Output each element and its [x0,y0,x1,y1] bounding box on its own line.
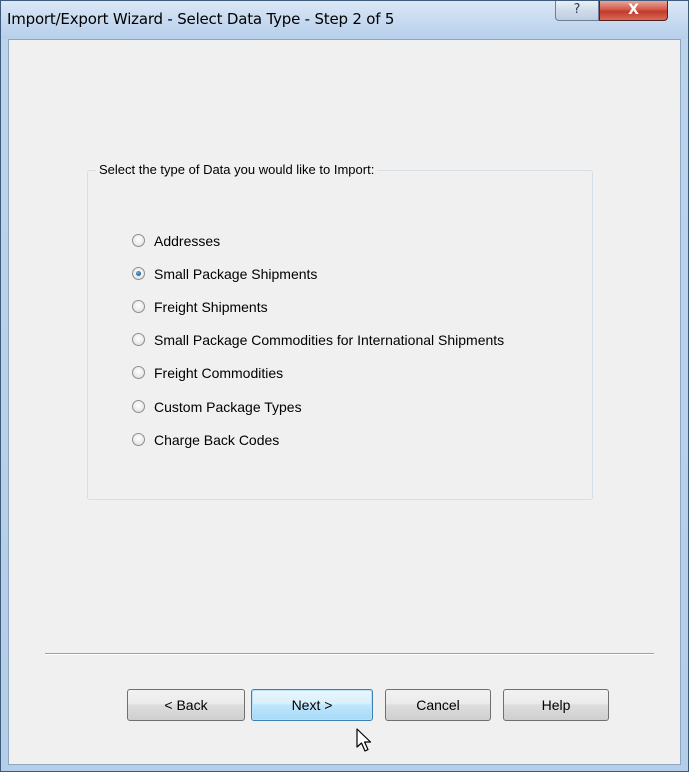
radio-label: Small Package Commodities for Internatio… [154,332,505,348]
radio-button-selected[interactable] [132,267,145,280]
cancel-button[interactable]: Cancel [385,689,491,721]
radio-label: Freight Commodities [154,365,284,381]
radio-button[interactable] [132,333,145,346]
next-button[interactable]: Next > [251,689,373,721]
radio-button[interactable] [132,400,145,413]
radio-label: Small Package Shipments [154,266,318,282]
titlebar-help-button[interactable]: ? [555,1,599,21]
mouse-pointer-icon [356,728,372,752]
window-title: Import/Export Wizard - Select Data Type … [7,10,395,28]
radio-label: Addresses [154,233,221,249]
radio-button[interactable] [132,366,145,379]
data-type-group-legend: Select the type of Data you would like t… [96,162,378,177]
button-area-divider [45,653,654,655]
titlebar-close-button[interactable]: X [599,1,668,21]
title-bar[interactable]: Import/Export Wizard - Select Data Type … [1,1,688,39]
radio-button[interactable] [132,300,145,313]
radio-button[interactable] [132,433,145,446]
wizard-window: Import/Export Wizard - Select Data Type … [0,0,689,772]
data-type-group: Select the type of Data you would like t… [87,162,593,500]
help-button[interactable]: Help [503,689,609,721]
radio-label: Freight Shipments [154,299,268,315]
close-icon: X [628,2,639,18]
radio-label: Custom Package Types [154,399,302,415]
wizard-content: Select the type of Data you would like t… [8,39,681,765]
radio-button[interactable] [132,234,145,247]
help-icon: ? [573,2,581,17]
radio-label: Charge Back Codes [154,432,280,448]
back-button[interactable]: < Back [127,689,245,721]
